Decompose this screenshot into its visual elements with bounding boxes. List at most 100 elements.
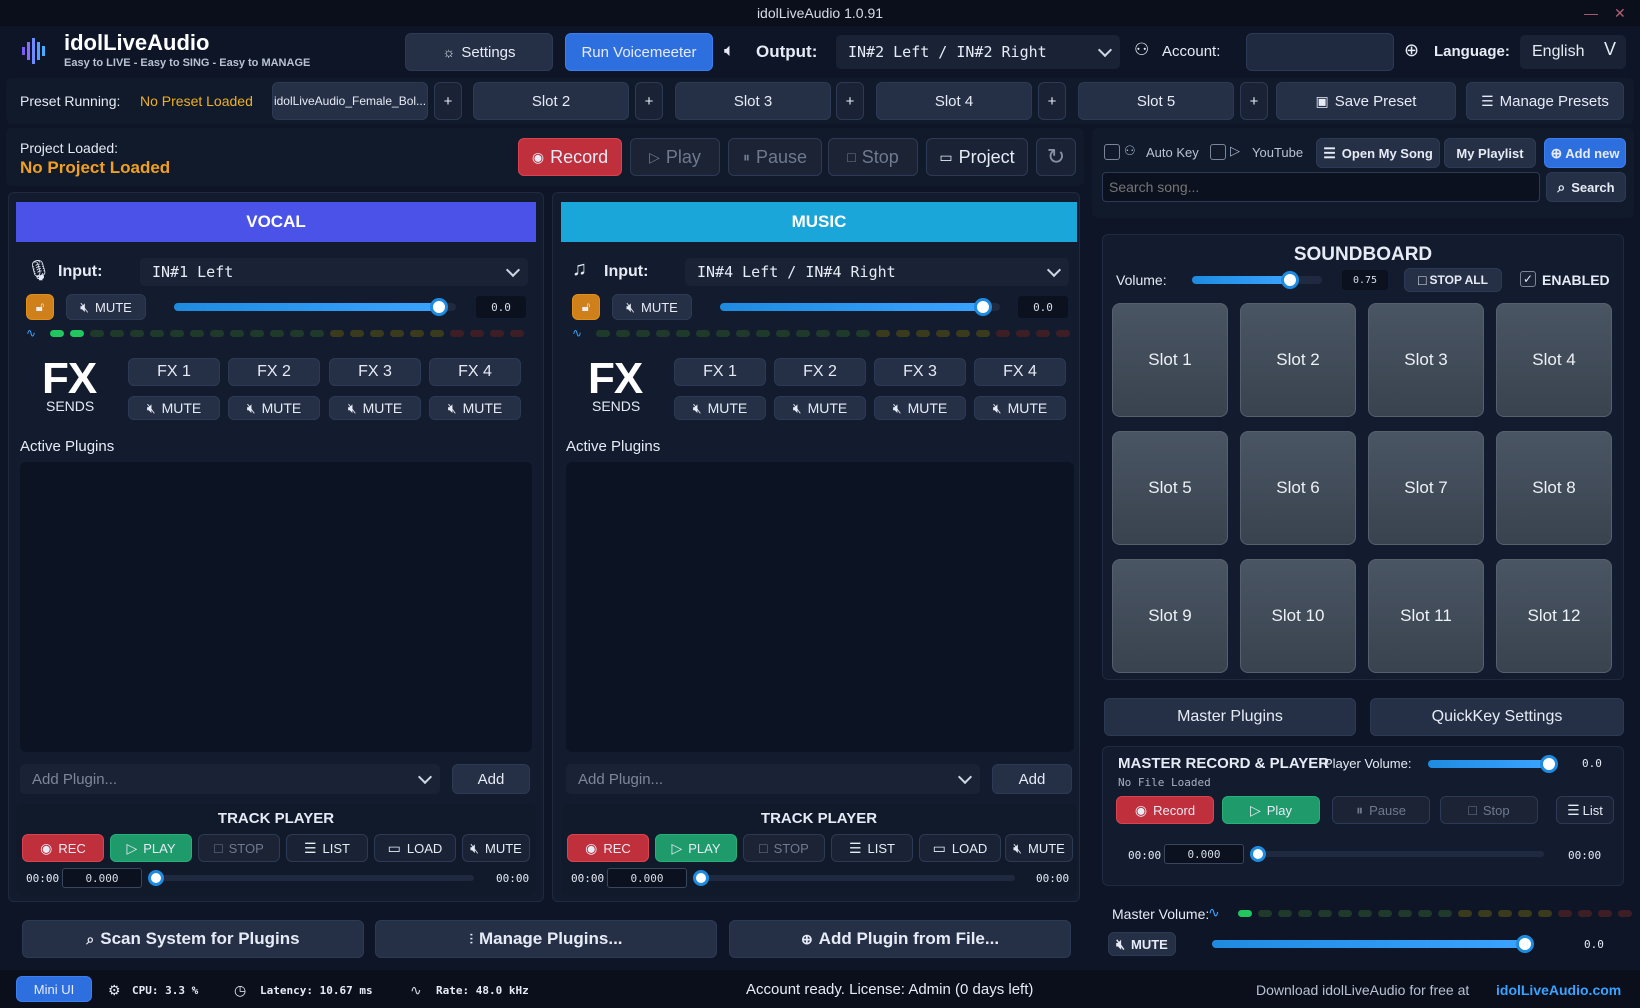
- vocal-rec-button[interactable]: ◉ REC: [22, 834, 104, 862]
- music-time-input[interactable]: 0.000: [607, 868, 687, 888]
- slider-knob[interactable]: [1250, 846, 1266, 862]
- music-mute-button[interactable]: 🔇︎ MUTE: [612, 294, 692, 320]
- vocal-track-mute-button[interactable]: 🔇︎ MUTE: [462, 834, 530, 862]
- master-record-button[interactable]: ◉ Record: [1116, 796, 1214, 824]
- music-seek-slider[interactable]: [693, 870, 1015, 886]
- output-select[interactable]: IN#2 Left / IN#2 Right: [836, 35, 1120, 69]
- run-voicemeeter-button[interactable]: Run Voicemeeter: [565, 33, 713, 71]
- vocal-add-plugin-select[interactable]: Add Plugin...: [20, 764, 440, 794]
- manage-presets-button[interactable]: ☰ Manage Presets: [1466, 82, 1624, 120]
- preset-add-button-3[interactable]: +: [836, 82, 864, 120]
- soundboard-slot-7[interactable]: Slot 7: [1368, 431, 1484, 545]
- vocal-play-button[interactable]: ▷ PLAY: [110, 834, 192, 862]
- preset-slot-2[interactable]: Slot 2: [473, 82, 629, 120]
- master-mute-button[interactable]: 🔇︎ MUTE: [1108, 932, 1176, 956]
- master-time-input[interactable]: 0.000: [1164, 844, 1244, 864]
- music-input-select[interactable]: IN#4 Left / IN#4 Right: [685, 258, 1069, 286]
- slider-knob[interactable]: [974, 298, 992, 316]
- vocal-fx4-mute[interactable]: 🔇︎ MUTE: [429, 396, 521, 420]
- preset-add-button-1[interactable]: +: [434, 82, 462, 120]
- refresh-icon[interactable]: ↻: [1036, 138, 1076, 176]
- master-pause-button[interactable]: ⏸︎ Pause: [1332, 796, 1430, 824]
- soundboard-slot-6[interactable]: Slot 6: [1240, 431, 1356, 545]
- music-play-button[interactable]: ▷ PLAY: [655, 834, 737, 862]
- music-add-plugin-select[interactable]: Add Plugin...: [566, 764, 980, 794]
- scan-plugins-button[interactable]: ⌕ Scan System for Plugins: [22, 920, 364, 958]
- preset-add-button-5[interactable]: +: [1240, 82, 1268, 120]
- project-play-button[interactable]: ▷ Play: [630, 138, 720, 176]
- slider-knob[interactable]: [1516, 935, 1534, 953]
- soundboard-slot-12[interactable]: Slot 12: [1496, 559, 1612, 673]
- stop-all-button[interactable]: □ STOP ALL: [1404, 268, 1502, 292]
- vocal-load-button[interactable]: ▭ LOAD: [374, 834, 456, 862]
- preset-slot-4[interactable]: Slot 4: [876, 82, 1032, 120]
- slider-knob[interactable]: [693, 870, 709, 886]
- song-search-button[interactable]: ⌕ Search: [1546, 172, 1626, 202]
- music-add-plugin-button[interactable]: Add: [992, 764, 1072, 794]
- music-fx3-button[interactable]: FX 3: [874, 358, 966, 386]
- soundboard-volume-slider[interactable]: [1192, 271, 1322, 289]
- vocal-fx4-button[interactable]: FX 4: [429, 358, 521, 386]
- quickkey-settings-button[interactable]: QuickKey Settings: [1370, 698, 1624, 736]
- soundboard-slot-9[interactable]: Slot 9: [1112, 559, 1228, 673]
- music-fx4-button[interactable]: FX 4: [974, 358, 1066, 386]
- soundboard-slot-1[interactable]: Slot 1: [1112, 303, 1228, 417]
- preset-slot-5[interactable]: Slot 5: [1078, 82, 1234, 120]
- vocal-fx2-button[interactable]: FX 2: [228, 358, 320, 386]
- music-fx2-mute[interactable]: 🔇︎ MUTE: [774, 396, 866, 420]
- music-fx2-button[interactable]: FX 2: [774, 358, 866, 386]
- soundboard-slot-10[interactable]: Slot 10: [1240, 559, 1356, 673]
- language-select[interactable]: English V: [1520, 35, 1626, 69]
- youtube-checkbox[interactable]: [1210, 144, 1226, 160]
- vocal-mute-button[interactable]: 🔇︎ MUTE: [66, 294, 146, 320]
- soundboard-slot-2[interactable]: Slot 2: [1240, 303, 1356, 417]
- manage-plugins-button[interactable]: ⫶ Manage Plugins...: [375, 920, 717, 958]
- soundboard-slot-4[interactable]: Slot 4: [1496, 303, 1612, 417]
- save-preset-button[interactable]: ▣ Save Preset: [1276, 82, 1456, 120]
- website-link[interactable]: idolLiveAudio.com: [1496, 982, 1621, 998]
- master-seek-slider[interactable]: [1250, 846, 1544, 862]
- minimize-icon[interactable]: —: [1584, 0, 1598, 26]
- add-new-song-button[interactable]: ⊕ Add new: [1544, 138, 1626, 168]
- music-fx1-button[interactable]: FX 1: [674, 358, 766, 386]
- vocal-seek-slider[interactable]: [148, 870, 474, 886]
- vocal-add-plugin-button[interactable]: Add: [452, 764, 530, 794]
- project-record-button[interactable]: ◉ Record: [518, 138, 622, 176]
- slider-knob[interactable]: [148, 870, 164, 886]
- lock-icon[interactable]: 🔓︎: [26, 294, 54, 320]
- vocal-fx2-mute[interactable]: 🔇︎ MUTE: [228, 396, 320, 420]
- slider-knob[interactable]: [430, 298, 448, 316]
- vocal-fx3-button[interactable]: FX 3: [329, 358, 421, 386]
- vocal-stop-button[interactable]: □ STOP: [198, 834, 280, 862]
- preset-slot-1[interactable]: idolLiveAudio_Female_Bol...: [272, 82, 428, 120]
- slider-knob[interactable]: [1540, 755, 1558, 773]
- vocal-plugins-list[interactable]: [20, 462, 532, 752]
- vocal-fx3-mute[interactable]: 🔇︎ MUTE: [329, 396, 421, 420]
- preset-slot-3[interactable]: Slot 3: [675, 82, 831, 120]
- master-list-button[interactable]: ☰ List: [1556, 796, 1614, 824]
- preset-add-button-2[interactable]: +: [635, 82, 663, 120]
- enabled-checkbox[interactable]: ✓: [1520, 271, 1536, 287]
- vocal-fx1-mute[interactable]: 🔇︎ MUTE: [128, 396, 220, 420]
- preset-add-button-4[interactable]: +: [1038, 82, 1066, 120]
- music-stop-button[interactable]: □ STOP: [743, 834, 825, 862]
- music-list-button[interactable]: ☰ LIST: [831, 834, 913, 862]
- project-stop-button[interactable]: □ Stop: [828, 138, 918, 176]
- project-pause-button[interactable]: ⏸︎ Pause: [728, 138, 822, 176]
- music-volume-slider[interactable]: [720, 298, 1000, 316]
- settings-button[interactable]: ☼ Settings: [405, 33, 553, 71]
- master-plugins-button[interactable]: Master Plugins: [1104, 698, 1356, 736]
- music-track-mute-button[interactable]: 🔇︎ MUTE: [1005, 834, 1073, 862]
- autokey-checkbox[interactable]: [1104, 144, 1120, 160]
- vocal-list-button[interactable]: ☰ LIST: [286, 834, 368, 862]
- music-load-button[interactable]: ▭ LOAD: [919, 834, 1001, 862]
- music-fx1-mute[interactable]: 🔇︎ MUTE: [674, 396, 766, 420]
- music-fx3-mute[interactable]: 🔇︎ MUTE: [874, 396, 966, 420]
- my-playlist-button[interactable]: My Playlist: [1444, 138, 1536, 168]
- soundboard-slot-3[interactable]: Slot 3: [1368, 303, 1484, 417]
- soundboard-slot-5[interactable]: Slot 5: [1112, 431, 1228, 545]
- add-plugin-file-button[interactable]: ⊕ Add Plugin from File...: [729, 920, 1071, 958]
- master-volume-slider[interactable]: [1212, 935, 1534, 953]
- soundboard-slot-8[interactable]: Slot 8: [1496, 431, 1612, 545]
- music-plugins-list[interactable]: [566, 462, 1074, 752]
